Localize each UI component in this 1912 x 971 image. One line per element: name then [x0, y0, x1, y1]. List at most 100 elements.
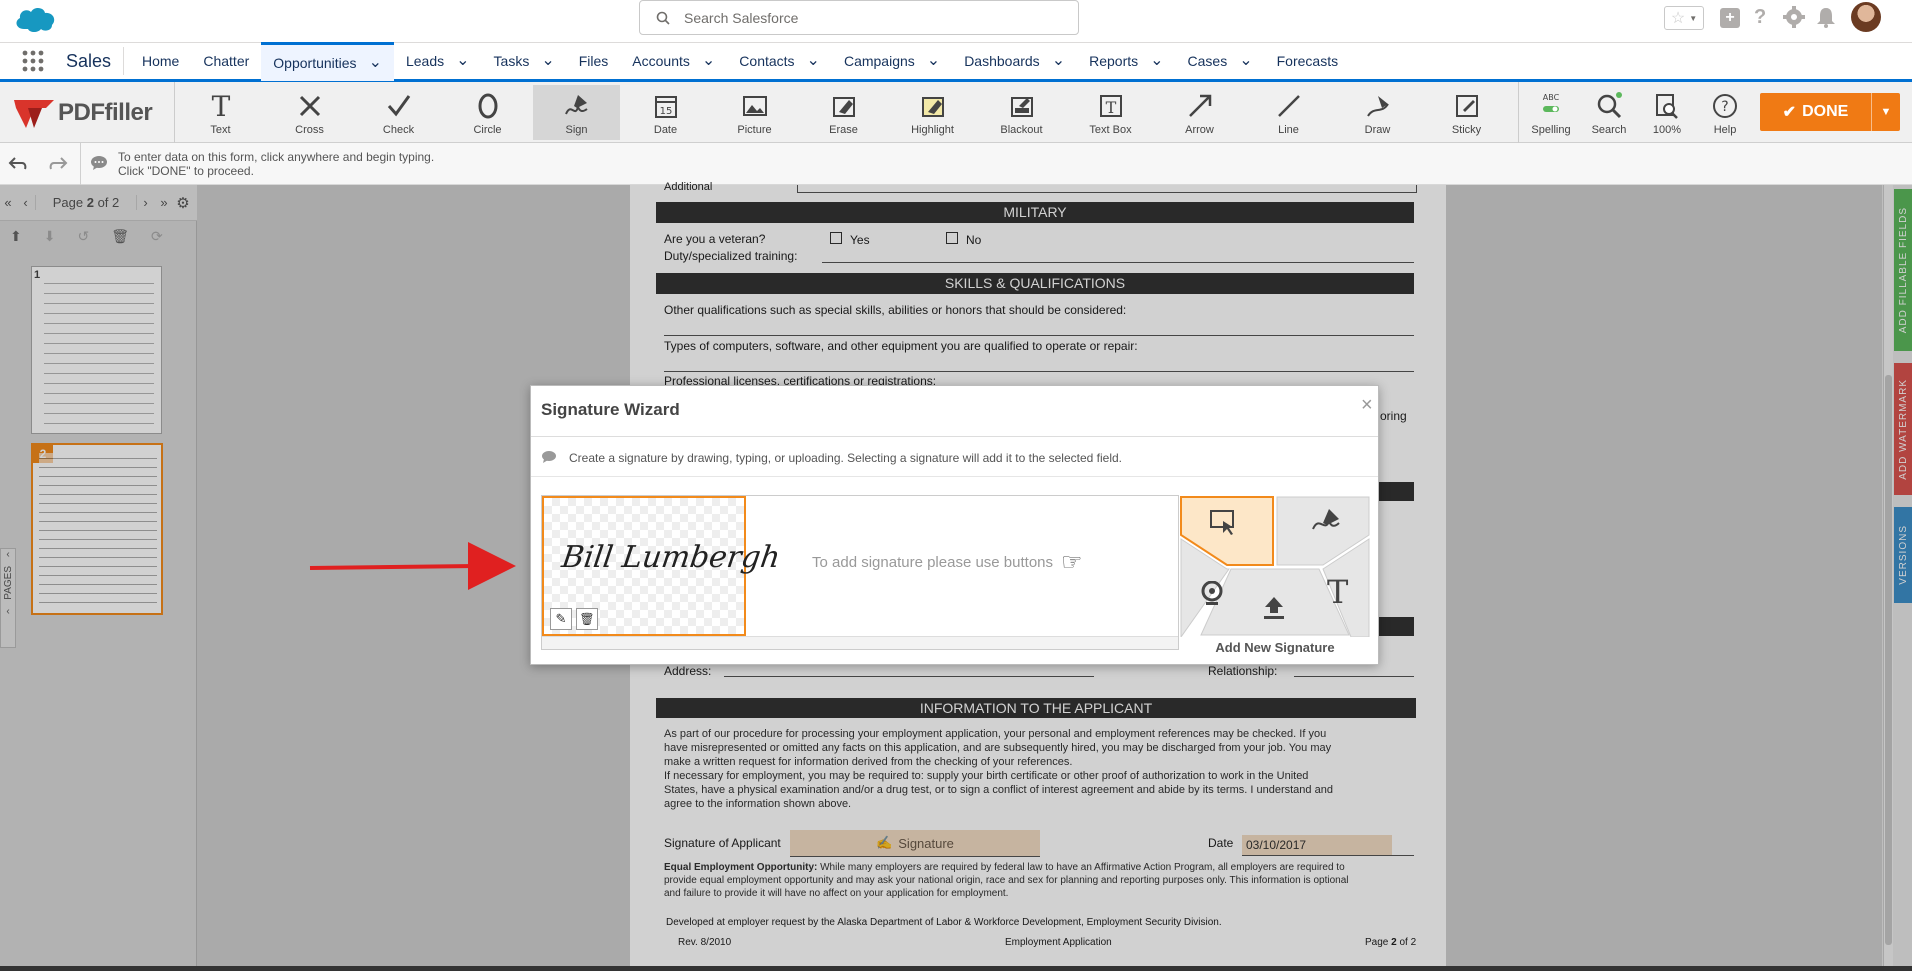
nav-tab-tasks[interactable]: Tasks ⌄ — [482, 43, 567, 79]
search-input[interactable]: Search Salesforce — [639, 0, 1079, 35]
nav-tab-label: Chatter — [203, 53, 250, 69]
signature-list: Bill Lumbergh ✎ 🗑 To add signature pleas… — [541, 495, 1179, 650]
hint-line-2: Click "DONE" to proceed. — [118, 164, 254, 178]
nav-tab-label: Opportunities — [273, 54, 357, 71]
wizard-title: Signature Wizard — [541, 400, 680, 419]
setup-gear-icon[interactable] — [1782, 5, 1806, 32]
tool-label: Help — [1713, 124, 1737, 136]
close-icon[interactable]: × — [1361, 394, 1373, 417]
redo-icon[interactable] — [48, 155, 68, 174]
nav-tab-accounts[interactable]: Accounts ⌄ — [620, 43, 727, 79]
nav-tab-campaigns[interactable]: Campaigns ⌄ — [832, 43, 952, 79]
tool-erase-button[interactable]: Erase — [800, 85, 887, 140]
nav-tab-label: Tasks — [493, 53, 530, 69]
tool-label: Cross — [295, 124, 324, 136]
nav-tab-label: Leads — [405, 53, 445, 69]
undo-icon[interactable] — [8, 155, 28, 174]
wizard-divider — [531, 476, 1378, 477]
wizard-info-text: Create a signature by drawing, typing, o… — [569, 451, 1122, 465]
check-icon — [387, 95, 410, 117]
tool-cross-button[interactable]: Cross — [266, 85, 353, 140]
tool-text-box-button[interactable]: T Text Box — [1067, 85, 1154, 140]
webcam-icon — [1201, 580, 1223, 605]
star-icon: ☆ — [1670, 10, 1686, 27]
signature-method-buttons: T — [1179, 495, 1371, 639]
tool-label: Arrow — [1185, 124, 1214, 136]
check-icon: ✔ — [1782, 104, 1797, 121]
tool-circle-button[interactable]: Circle — [444, 85, 531, 140]
webcam-signature-button[interactable] — [1201, 580, 1223, 610]
nav-tab-contacts[interactable]: Contacts ⌄ — [727, 43, 832, 79]
tool-line-button[interactable]: Line — [1245, 85, 1332, 140]
tool-help-button[interactable]: ? Help — [1696, 85, 1754, 140]
chevron-down-icon[interactable]: ⌄ — [1052, 53, 1065, 69]
type-signature-button[interactable] — [1309, 505, 1349, 545]
global-add-icon[interactable]: + — [1720, 8, 1740, 28]
draw-icon — [1366, 96, 1389, 117]
signature-list-scrollbar[interactable] — [542, 636, 1178, 649]
tool-spelling-button[interactable]: ABC Spelling — [1522, 85, 1580, 140]
delete-signature-icon[interactable]: 🗑 — [576, 608, 598, 630]
svg-text:T: T — [1105, 98, 1116, 117]
chevron-down-icon[interactable]: ⌄ — [1239, 53, 1252, 69]
chevron-down-icon[interactable]: ⌄ — [1150, 53, 1163, 69]
chevron-down-icon[interactable]: ⌄ — [541, 53, 554, 69]
bottom-edge-bar — [0, 966, 1912, 971]
done-button[interactable]: ✔ DONE ▼ — [1760, 93, 1900, 131]
tool-date-button[interactable]: 15 Date — [622, 85, 709, 140]
tool-label: Date — [653, 124, 678, 136]
zoom-icon — [1656, 94, 1678, 119]
upload-signature-button[interactable] — [1261, 595, 1287, 624]
chevron-down-icon[interactable]: ⌄ — [456, 53, 469, 69]
tool-100-button[interactable]: 100% — [1638, 85, 1696, 140]
add-new-signature-label: Add New Signature — [1215, 640, 1335, 655]
svg-text:?: ? — [1721, 99, 1728, 115]
chevron-down-icon[interactable]: ⌄ — [927, 53, 940, 69]
chevron-down-icon: ▼ — [1689, 13, 1698, 23]
arrow-icon — [1188, 94, 1211, 117]
tool-arrow-button[interactable]: Arrow — [1156, 85, 1243, 140]
app-launcher-icon[interactable] — [0, 43, 66, 79]
chevron-down-icon[interactable]: ⌄ — [807, 53, 820, 69]
done-dropdown-chevron-icon[interactable]: ▼ — [1872, 106, 1900, 118]
user-avatar[interactable] — [1851, 2, 1881, 32]
nav-tab-opportunities[interactable]: Opportunities ⌄ — [261, 41, 394, 81]
draw-signature-button[interactable] — [1209, 507, 1249, 547]
circle-icon — [478, 93, 497, 119]
erase-icon — [832, 97, 855, 117]
tool-blackout-button[interactable]: Blackout — [978, 85, 1065, 140]
nav-tab-home[interactable]: Home — [130, 43, 191, 79]
spelling-icon: ABC — [1543, 93, 1560, 112]
nav-tab-leads[interactable]: Leads ⌄ — [394, 43, 482, 79]
nav-tab-dashboards[interactable]: Dashboards ⌄ — [952, 43, 1077, 79]
nav-tab-forecasts[interactable]: Forecasts — [1265, 43, 1350, 79]
tool-search-button[interactable]: Search — [1580, 85, 1638, 140]
signature-wizard-dialog: Signature Wizard × Create a signature by… — [530, 385, 1379, 665]
edit-signature-icon[interactable]: ✎ — [550, 608, 572, 630]
tool-label: 100% — [1652, 124, 1682, 136]
nav-tab-chatter[interactable]: Chatter — [191, 43, 261, 79]
text-signature-button[interactable]: T — [1327, 573, 1348, 611]
tool-check-button[interactable]: Check — [355, 85, 442, 140]
chevron-down-icon[interactable]: ⌄ — [702, 53, 715, 69]
notifications-bell-icon[interactable] — [1816, 6, 1836, 31]
tool-picture-button[interactable]: Picture — [711, 85, 798, 140]
tool-highlight-button[interactable]: Highlight — [889, 85, 976, 140]
date-icon: 15 — [654, 96, 677, 118]
nav-tab-label: Contacts — [739, 53, 795, 69]
nav-tab-files[interactable]: Files — [567, 43, 621, 79]
nav-tab-reports[interactable]: Reports ⌄ — [1077, 43, 1175, 79]
tool-draw-button[interactable]: Draw — [1334, 85, 1421, 140]
help-question-icon[interactable]: ? — [1754, 6, 1766, 29]
tool-label: Text Box — [1089, 124, 1132, 136]
salesforce-logo[interactable] — [12, 3, 58, 38]
tool-sign-button[interactable]: Sign — [533, 85, 620, 140]
tool-text-button[interactable]: T Text — [177, 85, 264, 140]
nav-tab-label: Cases — [1187, 53, 1228, 69]
favorites-button[interactable]: ☆ ▼ — [1664, 6, 1704, 30]
tool-sticky-button[interactable]: Sticky — [1423, 85, 1510, 140]
pdffiller-logo: PDFfiller — [12, 96, 153, 130]
nav-tab-cases[interactable]: Cases ⌄ — [1176, 43, 1265, 79]
chevron-down-icon[interactable]: ⌄ — [369, 54, 382, 70]
saved-signature-card[interactable]: Bill Lumbergh ✎ 🗑 — [542, 496, 782, 636]
